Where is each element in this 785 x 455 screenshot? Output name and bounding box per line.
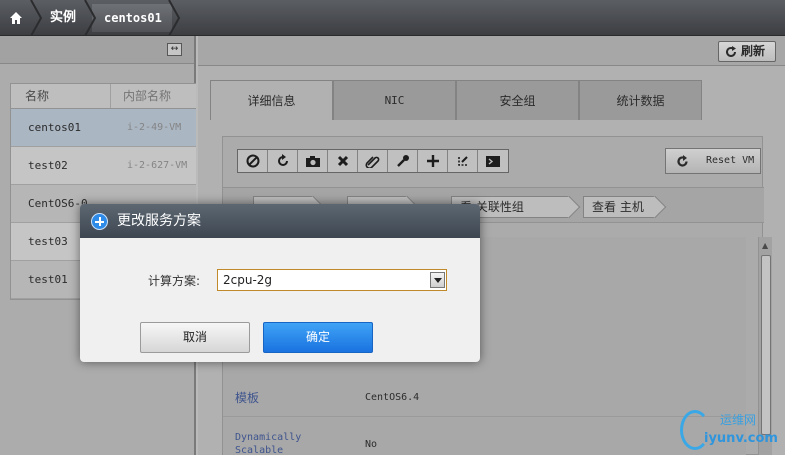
breadcrumb-instance[interactable]: 实例 xyxy=(50,0,76,36)
home-icon[interactable] xyxy=(9,11,23,25)
watermark-bottom: iyunv.com xyxy=(704,431,778,446)
compute-offering-select[interactable]: 2cpu-2g xyxy=(217,269,447,291)
cancel-button[interactable]: 取消 xyxy=(140,322,250,353)
change-service-offering-dialog: 更改服务方案 计算方案: 2cpu-2g 取消 确定 xyxy=(80,204,480,362)
watermark-top: 运维网 xyxy=(720,413,757,427)
dialog-title: 更改服务方案 xyxy=(117,213,201,229)
selected-option: 2cpu-2g xyxy=(223,273,273,287)
chevron-down-icon[interactable] xyxy=(430,272,445,288)
breadcrumb-bar: 实例 centos01 xyxy=(0,0,785,36)
breadcrumb-vm[interactable]: centos01 xyxy=(104,0,162,36)
dialog-title-bar: 更改服务方案 xyxy=(80,204,480,238)
plus-icon xyxy=(91,213,108,230)
ok-button[interactable]: 确定 xyxy=(263,322,373,353)
breadcrumb-separator xyxy=(30,0,44,36)
breadcrumb-separator xyxy=(84,0,98,36)
compute-offering-label: 计算方案: xyxy=(148,274,201,288)
breadcrumb-separator xyxy=(168,0,182,36)
watermark: 运维网 iyunv.com xyxy=(676,408,785,455)
